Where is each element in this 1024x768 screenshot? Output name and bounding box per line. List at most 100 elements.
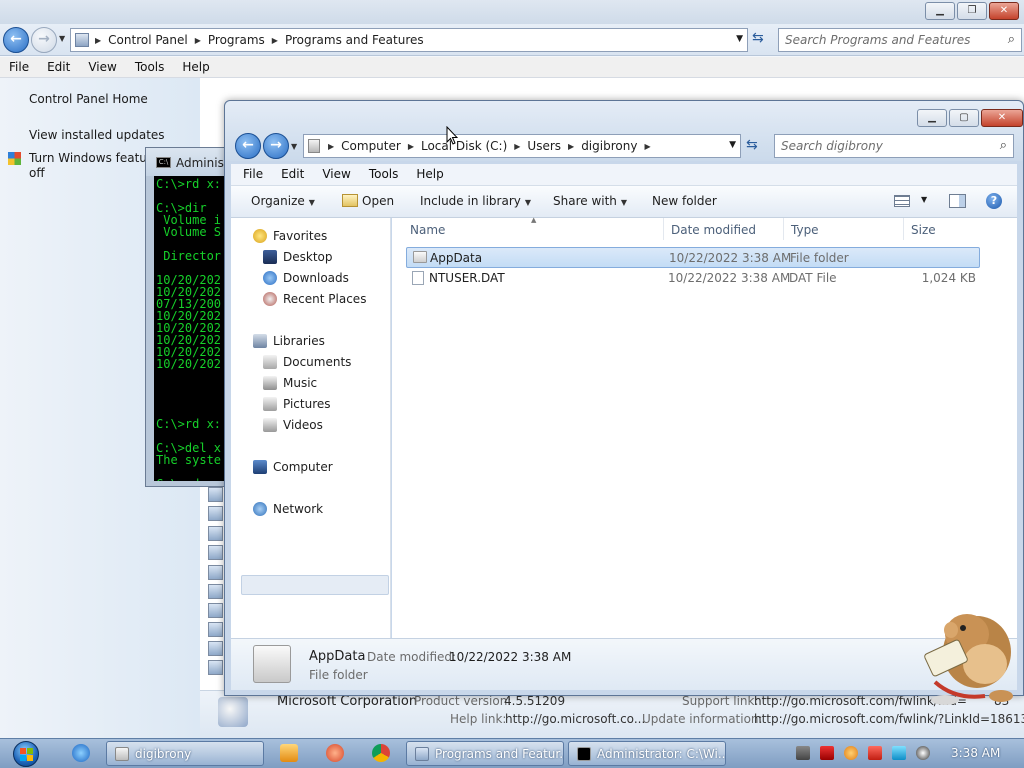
tray-v-icon[interactable] [820,746,834,760]
menu-help[interactable]: Help [407,164,452,185]
cmd-line [156,394,232,406]
address-bar[interactable]: ▶ Control Panel ▶ Programs ▶ Programs an… [70,28,748,52]
tray-search-icon[interactable] [844,746,858,760]
media-player-icon[interactable] [280,744,298,762]
command-prompt-window[interactable]: C:\ Administ C:\>rd x: C:\>dir Volume i V… [145,147,235,487]
cmd-console[interactable]: C:\>rd x: C:\>dir Volume i Volume S Direc… [154,176,234,481]
nav-desktop[interactable]: Desktop [283,250,333,264]
nav-documents[interactable]: Documents [283,355,351,369]
clock[interactable]: 3:38 AM [951,746,1000,760]
address-bar[interactable]: ▶ Computer ▶ Local Disk (C:) ▶ Users ▶ d… [303,134,741,158]
taskbar-button-explorer[interactable]: digibrony [106,741,264,766]
recent-pages-dropdown-icon[interactable]: ▼ [59,34,65,43]
taskbar-button-programs[interactable]: Programs and Featur... [406,741,564,766]
breadcrumb-computer[interactable]: Computer [336,139,406,153]
column-divider[interactable] [663,218,664,240]
nav-computer[interactable]: Computer [273,460,333,474]
tray-flag-icon[interactable] [868,746,882,760]
program-icon [208,565,223,580]
preview-pane-icon[interactable] [949,194,966,208]
address-bar-area: ← → ▼ ▶ Control Panel ▶ Programs ▶ Progr… [0,24,1024,56]
control-panel-home-link[interactable]: Control Panel Home [29,92,148,106]
start-button[interactable] [6,741,46,767]
close-button[interactable]: ✕ [989,2,1019,20]
paint-icon[interactable] [326,744,344,762]
include-label: Include in library [420,194,521,208]
view-options-dropdown-icon[interactable]: ▼ [921,195,927,204]
taskbar-button-cmd[interactable]: Administrator: C:\Wi... [568,741,726,766]
menu-file[interactable]: File [231,164,272,185]
address-dropdown-icon[interactable]: ▼ [729,140,736,150]
nav-downloads[interactable]: Downloads [283,271,349,285]
menu-help[interactable]: Help [173,57,218,77]
cmd-title-bar[interactable]: C:\ Administ [146,148,234,176]
column-date-modified[interactable]: Date modified [671,223,756,237]
tray-display-icon[interactable] [892,746,906,760]
breadcrumb-control-panel[interactable]: Control Panel [103,33,193,47]
column-name[interactable]: Name [410,223,445,237]
internet-explorer-icon[interactable] [72,744,90,762]
search-input[interactable]: Search digibrony ⌕ [774,134,1014,158]
column-divider[interactable] [783,218,784,240]
search-icon[interactable]: ⌕ [1000,138,1007,153]
column-size[interactable]: Size [911,223,936,237]
view-installed-updates-link[interactable]: View installed updates [29,128,165,142]
breadcrumb-programs-features[interactable]: Programs and Features [280,33,429,47]
search-icon[interactable]: ⌕ [1008,32,1015,47]
share-with-button[interactable]: Share with ▼ [553,194,627,208]
forward-button[interactable]: → [31,27,57,53]
maximize-button[interactable]: ❐ [957,2,987,20]
organize-button[interactable]: Organize ▼ [251,194,315,208]
tray-network-icon[interactable] [796,746,810,760]
refresh-icon[interactable]: ⇆ [746,137,758,153]
minimize-button[interactable]: ▁ [917,109,947,127]
menu-edit[interactable]: Edit [38,57,79,77]
program-icon [208,622,223,637]
back-button[interactable]: ← [3,27,29,53]
menu-tools[interactable]: Tools [360,164,408,185]
menu-view[interactable]: View [79,57,125,77]
tray-volume-icon[interactable] [916,746,930,760]
column-type[interactable]: Type [791,223,819,237]
forward-button[interactable]: → [263,133,289,159]
address-dropdown-icon[interactable]: ▼ [736,34,743,44]
search-input[interactable]: Search Programs and Features ⌕ [778,28,1022,52]
update-information-link[interactable]: http://go.microsoft.com/fwlink/?LinkId=1… [754,712,1024,726]
chevron-right-icon: ▶ [194,35,201,45]
menu-file[interactable]: File [0,57,38,77]
menu-tools[interactable]: Tools [126,57,174,77]
file-row-appdata[interactable]: AppData 10/22/2022 3:38 AM File folder [406,247,980,268]
turn-windows-features-link-line2[interactable]: off [29,166,45,180]
include-in-library-button[interactable]: Include in library ▼ [420,194,531,208]
open-button[interactable]: Open [362,194,394,208]
nav-videos[interactable]: Videos [283,418,323,432]
breadcrumb-local-disk[interactable]: Local Disk (C:) [416,139,512,153]
nav-libraries[interactable]: Libraries [273,334,325,348]
back-button[interactable]: ← [235,133,261,159]
program-icon [208,506,223,521]
nav-recent-places[interactable]: Recent Places [283,292,366,306]
minimize-button[interactable]: ▁ [925,2,955,20]
nav-favorites[interactable]: Favorites [273,229,327,243]
recent-pages-dropdown-icon[interactable]: ▼ [291,142,297,151]
menu-view[interactable]: View [313,164,359,185]
details-modified-label: Date modified: [367,650,457,664]
change-view-icon[interactable] [894,195,910,207]
column-divider[interactable] [903,218,904,240]
chrome-icon[interactable] [372,744,390,762]
maximize-button[interactable]: ▢ [949,109,979,127]
nav-pictures[interactable]: Pictures [283,397,331,411]
nav-network[interactable]: Network [273,502,323,516]
help-icon[interactable]: ? [986,193,1002,209]
nav-music[interactable]: Music [283,376,317,390]
help-link[interactable]: http://go.microsoft.co... [505,712,645,726]
menu-edit[interactable]: Edit [272,164,313,185]
breadcrumb-programs[interactable]: Programs [203,33,270,47]
new-folder-button[interactable]: New folder [652,194,717,208]
breadcrumb-digibrony[interactable]: digibrony [576,139,642,153]
close-button[interactable]: ✕ [981,109,1023,127]
refresh-icon[interactable]: ⇆ [752,30,764,46]
file-row-ntuser[interactable]: NTUSER.DAT 10/22/2022 3:38 AM DAT File 1… [406,268,980,289]
turn-windows-features-link[interactable]: Turn Windows feature [29,151,159,165]
breadcrumb-users[interactable]: Users [522,139,566,153]
